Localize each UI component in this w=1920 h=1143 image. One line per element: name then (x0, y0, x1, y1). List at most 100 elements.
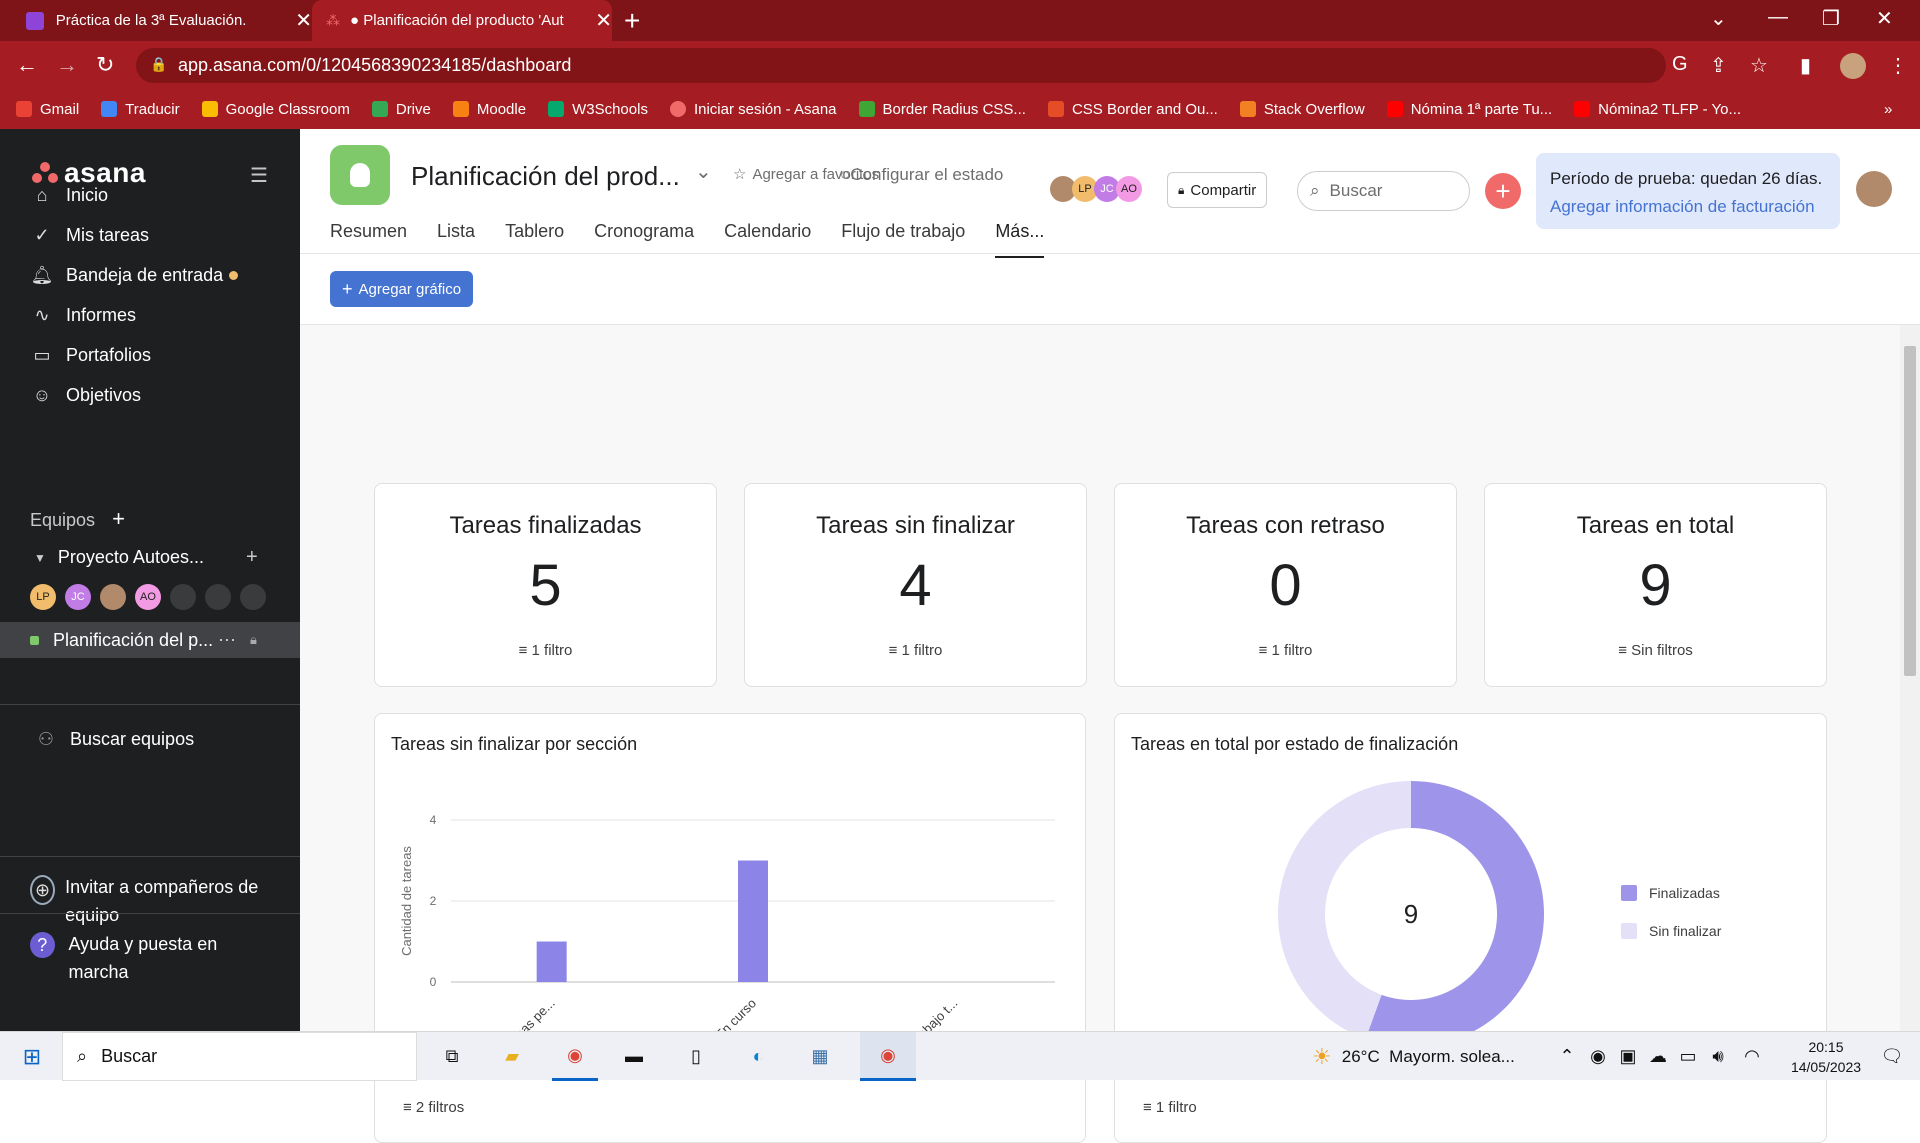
divider (0, 913, 300, 914)
task-view-icon[interactable]: ⧉ (432, 1032, 472, 1081)
bookmarks-overflow-icon[interactable]: » (1884, 101, 1892, 118)
bookmark-css-border[interactable]: CSS Border and Ou... (1047, 101, 1218, 118)
stat-card-total[interactable]: Tareas en total 9 ≡ Sin filtros (1484, 483, 1827, 687)
stat-filter[interactable]: ≡ Sin filtros (1485, 642, 1826, 659)
bookmark-asana[interactable]: Iniciar sesión - Asana (669, 101, 837, 118)
record-icon[interactable]: ◉ (1584, 1032, 1612, 1081)
sidebar-item-inicio[interactable]: ⌂ Inicio (30, 185, 108, 206)
share-page-icon[interactable]: ⇪ (1710, 53, 1727, 78)
clock[interactable]: 20:15 14/05/2023 (1776, 1032, 1876, 1081)
legend-swatch (1621, 923, 1637, 939)
billing-link[interactable]: Agregar información de facturación (1550, 193, 1826, 221)
stat-filter[interactable]: ≡ 1 filtro (745, 642, 1086, 659)
collapse-sidebar-icon[interactable]: ☰ (250, 163, 268, 188)
team-proyecto[interactable]: ▼ Proyecto Autoes... + (34, 546, 274, 569)
bookmark-w3schools[interactable]: W3Schools (548, 101, 648, 118)
bookmark-moodle[interactable]: Moodle (452, 101, 526, 118)
add-team-icon[interactable]: + (112, 506, 125, 531)
tab-search-icon[interactable]: ⌄ (1710, 6, 1727, 31)
sidebar-project-item[interactable]: Planificación del p... ⋯ 🔒︎ (0, 622, 300, 658)
meet-icon[interactable]: ▣ (1614, 1032, 1642, 1081)
avatar[interactable]: AO (135, 584, 161, 610)
browser-tab[interactable]: Práctica de la 3ª Evaluación. ✕ (12, 0, 312, 41)
volume-icon[interactable]: 🔊︎ (1704, 1032, 1732, 1081)
sidebar-item-mis-tareas[interactable]: ✓ Mis tareas (30, 225, 149, 246)
project-icon[interactable] (330, 145, 390, 205)
sidebar-item-informes[interactable]: ∿ Informes (30, 305, 136, 326)
share-button[interactable]: 🔒︎ Compartir (1167, 172, 1268, 208)
bookmark-classroom[interactable]: Google Classroom (201, 101, 350, 118)
chart-filter[interactable]: ≡ 2 filtros (403, 1099, 464, 1116)
create-button[interactable]: + (1485, 173, 1521, 209)
restore-icon[interactable]: ❐ (1822, 6, 1840, 31)
bookmark-traducir[interactable]: Traducir (101, 101, 180, 118)
document-icon[interactable]: ▯ (676, 1032, 716, 1081)
calculator-icon[interactable]: ▦ (800, 1032, 840, 1081)
project-title[interactable]: Planificación del prod... (411, 161, 680, 192)
divider (0, 704, 300, 705)
forward-icon[interactable]: → (56, 52, 78, 78)
bookmark-nomina1[interactable]: Nómina 1ª parte Tu... (1386, 101, 1552, 118)
search-input[interactable]: ⌕ Buscar (1297, 171, 1470, 211)
bookmark-nomina2[interactable]: Nómina2 TLFP - Yo... (1574, 101, 1741, 118)
taskbar-search[interactable]: ⌕ Buscar (62, 1032, 417, 1081)
bookmark-drive[interactable]: Drive (371, 101, 431, 118)
scrollbar-thumb[interactable] (1904, 346, 1916, 676)
windows-start-icon[interactable]: ⊞ (10, 1032, 54, 1081)
url-bar[interactable]: 🔒 app.asana.com/0/1204568390234185/dashb… (136, 48, 1666, 83)
stat-filter[interactable]: ≡ 1 filtro (375, 642, 716, 659)
chevron-down-icon[interactable]: ⌄ (695, 159, 712, 184)
search-icon: ⌕ (1310, 181, 1320, 200)
avatar[interactable]: LP (30, 584, 56, 610)
tab-close-icon[interactable]: ✕ (595, 8, 612, 33)
add-project-icon[interactable]: + (246, 546, 258, 569)
invite-teammates-link[interactable]: ⊕ Invitar a compañeros de equipo (30, 873, 270, 929)
help-link[interactable]: ? Ayuda y puesta en marcha (30, 930, 270, 986)
tab-close-icon[interactable]: ✕ (295, 8, 312, 33)
profile-avatar[interactable] (1840, 53, 1866, 79)
cloud-icon[interactable]: ☁ (1644, 1032, 1672, 1081)
stat-card-retraso[interactable]: Tareas con retraso 0 ≡ 1 filtro (1114, 483, 1457, 687)
stat-card-sin-finalizar[interactable]: Tareas sin finalizar 4 ≡ 1 filtro (744, 483, 1087, 687)
find-teams-link[interactable]: ⚇ Buscar equipos (34, 729, 194, 750)
sidebar-item-bandeja[interactable]: 🔔︎ Bandeja de entrada (30, 265, 239, 286)
terminal-icon[interactable]: ▬ (614, 1032, 654, 1081)
notifications-icon[interactable]: 🗨︎ (1872, 1032, 1912, 1081)
reload-icon[interactable]: ↻ (96, 52, 114, 78)
chrome-active-icon[interactable]: ◉ (860, 1032, 916, 1081)
new-tab-icon[interactable]: + (624, 5, 640, 37)
browser-tab-active[interactable]: ⁂ ● Planificación del producto 'Aut ✕ (312, 0, 612, 41)
more-options-icon[interactable]: ⋯ (218, 630, 236, 651)
close-window-icon[interactable]: ✕ (1876, 6, 1893, 31)
side-panel-icon[interactable]: ▮ (1800, 53, 1811, 78)
stat-card-finalizadas[interactable]: Tareas finalizadas 5 ≡ 1 filtro (374, 483, 717, 687)
sidebar-item-portafolios[interactable]: ▭ Portafolios (30, 345, 151, 366)
sidebar-item-objetivos[interactable]: ☺ Objetivos (30, 385, 141, 406)
project-members[interactable]: LP JC AO (1050, 176, 1142, 202)
google-icon[interactable]: G (1672, 53, 1688, 76)
chart-filter[interactable]: ≡ 1 filtro (1143, 1099, 1197, 1116)
back-icon[interactable]: ← (16, 52, 38, 78)
bookmark-star-icon[interactable]: ☆ (1750, 53, 1768, 78)
edge-icon[interactable]: ◐ (738, 1032, 778, 1081)
set-status-button[interactable]: ○Configurar el estado (840, 165, 1003, 185)
bookmark-stackoverflow[interactable]: Stack Overflow (1239, 101, 1365, 118)
bookmark-gmail[interactable]: Gmail (16, 101, 79, 118)
people-icon: ⚇ (37, 729, 55, 749)
chevron-up-icon[interactable]: ⌃ (1554, 1032, 1580, 1081)
trial-banner[interactable]: Período de prueba: quedan 26 días. Agreg… (1536, 153, 1840, 229)
avatar[interactable] (100, 584, 126, 610)
file-explorer-icon[interactable]: ▰ (492, 1032, 532, 1081)
minimize-icon[interactable]: — (1768, 6, 1788, 29)
border-radius-icon (858, 101, 875, 117)
stat-filter[interactable]: ≡ 1 filtro (1115, 642, 1456, 659)
wifi-icon[interactable]: ◠ (1738, 1032, 1766, 1081)
menu-kebab-icon[interactable]: ⋮ (1888, 53, 1908, 78)
avatar[interactable]: JC (65, 584, 91, 610)
weather-widget[interactable]: ☀ 26°C Mayorm. solea... (1312, 1032, 1515, 1081)
chrome-icon[interactable]: ◉ (552, 1032, 598, 1081)
add-chart-button[interactable]: + Agregar gráfico (330, 271, 474, 307)
battery-icon[interactable]: ▭ (1674, 1032, 1702, 1081)
user-avatar[interactable] (1856, 171, 1892, 207)
bookmark-border-radius[interactable]: Border Radius CSS... (858, 101, 1026, 118)
